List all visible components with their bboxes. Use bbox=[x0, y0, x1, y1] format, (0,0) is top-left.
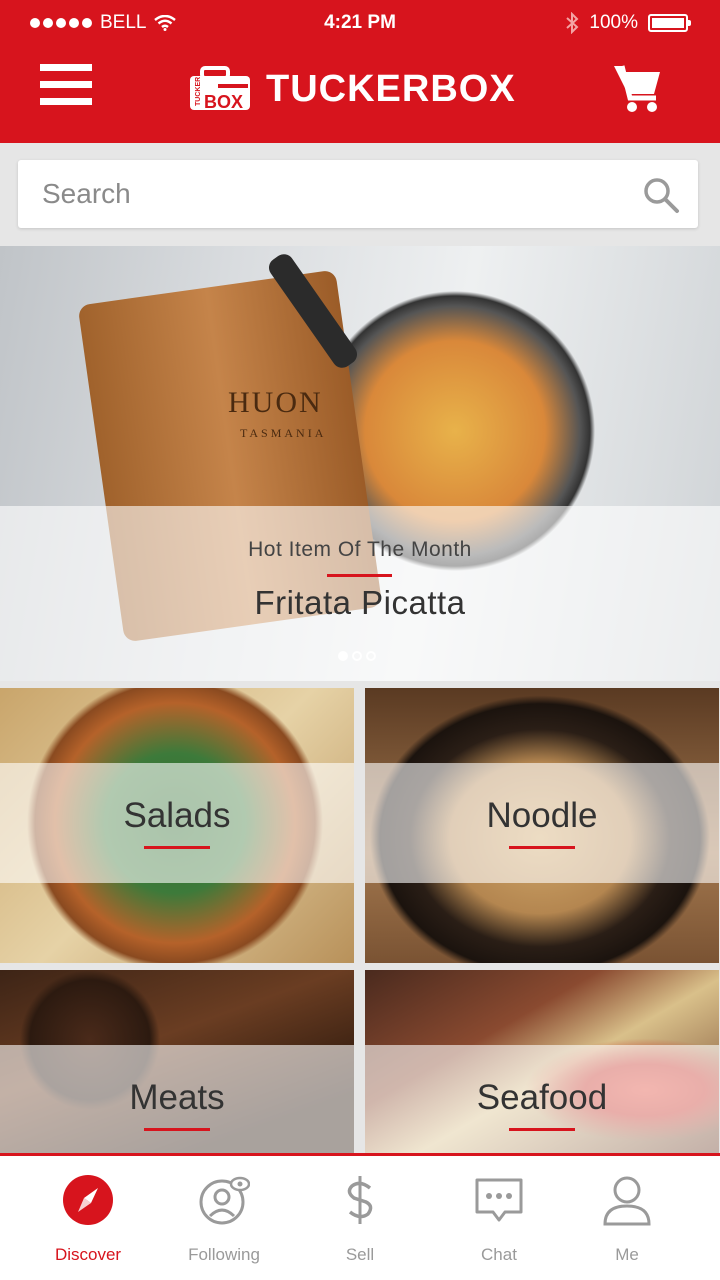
pager-dot[interactable] bbox=[366, 651, 376, 661]
tab-chat[interactable]: Chat bbox=[427, 1174, 571, 1265]
tab-label: Chat bbox=[481, 1245, 517, 1264]
category-label: Seafood bbox=[476, 1078, 608, 1117]
brand: TUCKER BOX TUCKERBOX bbox=[188, 66, 516, 112]
tab-label: Sell bbox=[345, 1245, 375, 1264]
tab-label: Discover bbox=[54, 1245, 122, 1264]
tab-me[interactable]: Me bbox=[555, 1174, 699, 1265]
tab-discover[interactable]: Discover bbox=[16, 1174, 160, 1265]
category-label: Salads bbox=[123, 796, 231, 835]
tab-label: Me bbox=[615, 1245, 639, 1264]
board-brand: HUON bbox=[228, 386, 323, 419]
tab-label: Following bbox=[188, 1245, 260, 1264]
search-icon[interactable] bbox=[642, 176, 680, 214]
following-icon bbox=[199, 1176, 251, 1225]
tab-following[interactable]: Following bbox=[152, 1174, 296, 1265]
carousel-pager[interactable] bbox=[338, 651, 376, 661]
status-bar: BELL 4:21 PM 100% bbox=[0, 0, 720, 46]
category-tile-salads[interactable]: Salads bbox=[0, 688, 354, 963]
category-tile-meats[interactable]: Meats bbox=[0, 970, 354, 1154]
category-label: Meats bbox=[129, 1078, 225, 1117]
app-title: TUCKERBOX bbox=[266, 67, 516, 110]
svg-text:BOX: BOX bbox=[204, 92, 243, 112]
hamburger-icon bbox=[40, 64, 92, 71]
category-label: Noodle bbox=[486, 796, 598, 835]
banner-divider bbox=[327, 574, 392, 577]
featured-banner[interactable]: HUON TASMANIA Hot Item Of The Month Frit… bbox=[0, 246, 720, 681]
pager-dot[interactable] bbox=[352, 651, 362, 661]
board-sub: TASMANIA bbox=[240, 426, 327, 440]
bottom-tab-bar: Discover Following Sell Chat Me bbox=[0, 1153, 720, 1280]
banner-title: Fritata Picatta bbox=[254, 584, 466, 621]
tab-sell[interactable]: Sell bbox=[288, 1174, 432, 1265]
search-input[interactable] bbox=[42, 172, 622, 216]
category-tile-noodle[interactable]: Noodle bbox=[365, 688, 719, 963]
pager-dot[interactable] bbox=[338, 651, 348, 661]
search-bar bbox=[18, 160, 698, 228]
cart-icon bbox=[614, 65, 660, 112]
svg-text:TUCKER: TUCKER bbox=[195, 77, 202, 106]
cart-button[interactable] bbox=[612, 62, 664, 114]
app-header: BELL 4:21 PM 100% TUCKER BOX TUCKERBOX bbox=[0, 0, 720, 143]
battery-percent: 100% bbox=[589, 12, 638, 33]
tuckerbox-logo-icon: TUCKER BOX bbox=[190, 66, 250, 112]
chat-icon bbox=[475, 1178, 523, 1222]
dollar-icon bbox=[347, 1176, 373, 1224]
compass-icon bbox=[63, 1175, 113, 1225]
banner-subtitle: Hot Item Of The Month bbox=[248, 538, 472, 561]
category-tile-seafood[interactable]: Seafood bbox=[365, 970, 719, 1154]
user-icon bbox=[603, 1176, 651, 1226]
bluetooth-icon bbox=[566, 12, 579, 34]
battery-icon bbox=[648, 14, 691, 32]
menu-button[interactable] bbox=[40, 64, 92, 112]
